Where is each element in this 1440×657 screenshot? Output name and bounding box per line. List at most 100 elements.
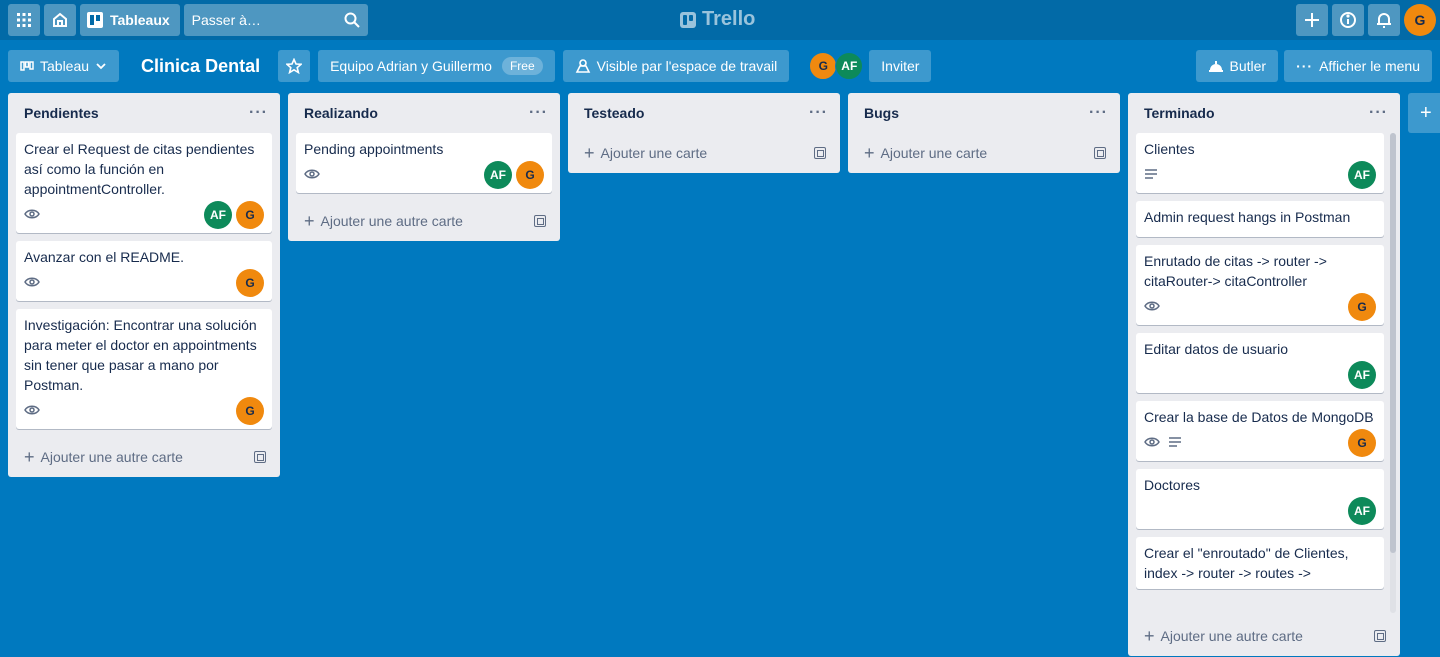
card-title: Editar datos de usuario <box>1144 341 1288 357</box>
card-title: Doctores <box>1144 477 1201 493</box>
card[interactable]: Doctores AF <box>1136 469 1384 529</box>
member-avatar[interactable]: G <box>809 52 838 80</box>
add-card-button[interactable]: + Ajouter une autre carte <box>304 212 463 230</box>
card-title: Crear el Request de citas pendientes así… <box>24 141 255 197</box>
card-member-avatar[interactable]: G <box>1348 293 1376 321</box>
card[interactable]: Avanzar con el README. G <box>16 241 272 301</box>
card-member-avatar[interactable]: AF <box>1348 361 1376 389</box>
plus-icon: + <box>24 447 35 467</box>
boards-button[interactable]: Tableaux <box>80 4 180 36</box>
star-button[interactable] <box>278 50 311 82</box>
card[interactable]: Pending appointments AF G <box>296 133 552 193</box>
card[interactable]: Crear el Request de citas pendientes así… <box>16 133 272 233</box>
add-card-button[interactable]: + Ajouter une autre carte <box>24 448 183 466</box>
add-card-button[interactable]: + Ajouter une autre carte <box>1144 627 1303 645</box>
card-template-icon[interactable] <box>534 215 546 227</box>
board-header: Tableau Clinica Dental Equipo Adrian y G… <box>0 40 1440 92</box>
list-header[interactable]: Testeado ··· <box>568 93 840 133</box>
add-card-button[interactable]: + Ajouter une carte <box>864 144 987 162</box>
card[interactable]: Investigación: Encontrar una solución pa… <box>16 309 272 429</box>
notifications-button[interactable] <box>1368 4 1400 36</box>
add-list-button[interactable]: + <box>1408 93 1440 133</box>
show-menu-label: Afficher le menu <box>1319 58 1420 74</box>
card-footer: AF <box>1144 495 1376 527</box>
list-menu-icon[interactable]: ··· <box>249 105 268 121</box>
list-3: Bugs ··· + Ajouter une carte <box>848 93 1120 173</box>
apps-button[interactable] <box>8 4 40 36</box>
add-card-row: + Ajouter une autre carte <box>288 201 560 241</box>
add-card-label: Ajouter une autre carte <box>40 449 183 465</box>
add-card-label: Ajouter une autre carte <box>320 213 463 229</box>
card[interactable]: Admin request hangs in Postman <box>1136 201 1384 237</box>
card-template-icon[interactable] <box>1374 630 1386 642</box>
view-switcher[interactable]: Tableau <box>8 50 120 82</box>
card-member-initials: AF <box>490 168 506 182</box>
list-menu-icon[interactable]: ··· <box>1369 105 1388 121</box>
card-member-avatar[interactable]: AF <box>1348 497 1376 525</box>
card-member-avatar[interactable]: G <box>1348 429 1376 457</box>
board-title[interactable]: Clinica Dental <box>127 56 274 77</box>
list-title[interactable]: Testeado <box>584 105 644 121</box>
info-button[interactable] <box>1332 4 1364 36</box>
trello-logo[interactable]: Trello <box>680 8 755 31</box>
list-header[interactable]: Pendientes ··· <box>8 93 280 133</box>
card-member-avatar[interactable]: G <box>516 161 544 189</box>
card[interactable]: Crear el "enroutado" de Clientes, index … <box>1136 537 1384 589</box>
list-header[interactable]: Bugs ··· <box>848 93 1120 133</box>
add-card-button[interactable]: + Ajouter une carte <box>584 144 707 162</box>
card-title: Crear la base de Datos de MongoDB <box>1144 409 1374 425</box>
show-menu-button[interactable]: ··· Afficher le menu <box>1284 50 1432 82</box>
card[interactable]: Editar datos de usuario AF <box>1136 333 1384 393</box>
card-member-avatar[interactable]: AF <box>484 161 512 189</box>
butler-button[interactable]: Butler <box>1195 50 1279 82</box>
card-members: AF <box>1348 361 1376 389</box>
card[interactable]: Crear la base de Datos de MongoDB G <box>1136 401 1384 461</box>
list-4: Terminado ··· Clientes AF Admin request hang… <box>1128 93 1400 656</box>
user-avatar[interactable]: G <box>1404 4 1436 36</box>
card[interactable]: Clientes AF <box>1136 133 1384 193</box>
top-right-controls: G <box>1296 4 1436 36</box>
team-button[interactable]: Equipo Adrian y Guillermo Free <box>318 50 555 82</box>
card-members: G <box>1348 429 1376 457</box>
card-member-initials: G <box>525 168 535 182</box>
search-input[interactable]: Passer à… <box>183 4 368 36</box>
create-button[interactable] <box>1296 4 1328 36</box>
list-header[interactable]: Terminado ··· <box>1128 93 1400 133</box>
card-members: AF <box>1348 161 1376 189</box>
list-header[interactable]: Realizando ··· <box>288 93 560 133</box>
list-menu-icon[interactable]: ··· <box>809 105 828 121</box>
visibility-button[interactable]: Visible par l'espace de travail <box>562 50 790 82</box>
card-member-avatar[interactable]: G <box>236 201 264 229</box>
invite-button[interactable]: Inviter <box>869 50 932 82</box>
list-title[interactable]: Bugs <box>864 105 899 121</box>
visibility-label: Visible par l'espace de travail <box>596 58 778 74</box>
card-badges <box>1144 435 1182 451</box>
list-title[interactable]: Terminado <box>1144 105 1215 121</box>
list-title[interactable]: Realizando <box>304 105 378 121</box>
card-template-icon[interactable] <box>814 147 826 159</box>
card-footer: AF G <box>304 159 544 191</box>
card-members: AF <box>1348 497 1376 525</box>
card-footer: G <box>1144 427 1376 459</box>
card-title: Avanzar con el README. <box>24 249 185 265</box>
home-button[interactable] <box>44 4 76 36</box>
list-menu-icon[interactable]: ··· <box>529 105 548 121</box>
list-title[interactable]: Pendientes <box>24 105 99 121</box>
member-avatar[interactable]: AF <box>835 52 864 80</box>
user-initial: G <box>1414 12 1426 28</box>
watch-icon <box>304 167 320 183</box>
card-member-avatar[interactable]: G <box>236 269 264 297</box>
card-template-icon[interactable] <box>254 451 266 463</box>
list-scrollbar[interactable] <box>1390 133 1396 613</box>
card-member-initials: AF <box>1354 504 1370 518</box>
card-template-icon[interactable] <box>1094 147 1106 159</box>
card-member-avatar[interactable]: AF <box>1348 161 1376 189</box>
card-member-initials: AF <box>1354 368 1370 382</box>
add-card-label: Ajouter une carte <box>880 145 988 161</box>
list-menu-icon[interactable]: ··· <box>1089 105 1108 121</box>
card[interactable]: Enrutado de citas -> router -> citaRoute… <box>1136 245 1384 325</box>
card-member-avatar[interactable]: AF <box>204 201 232 229</box>
watch-icon <box>24 403 40 419</box>
card-member-avatar[interactable]: G <box>236 397 264 425</box>
add-card-label: Ajouter une carte <box>600 145 708 161</box>
